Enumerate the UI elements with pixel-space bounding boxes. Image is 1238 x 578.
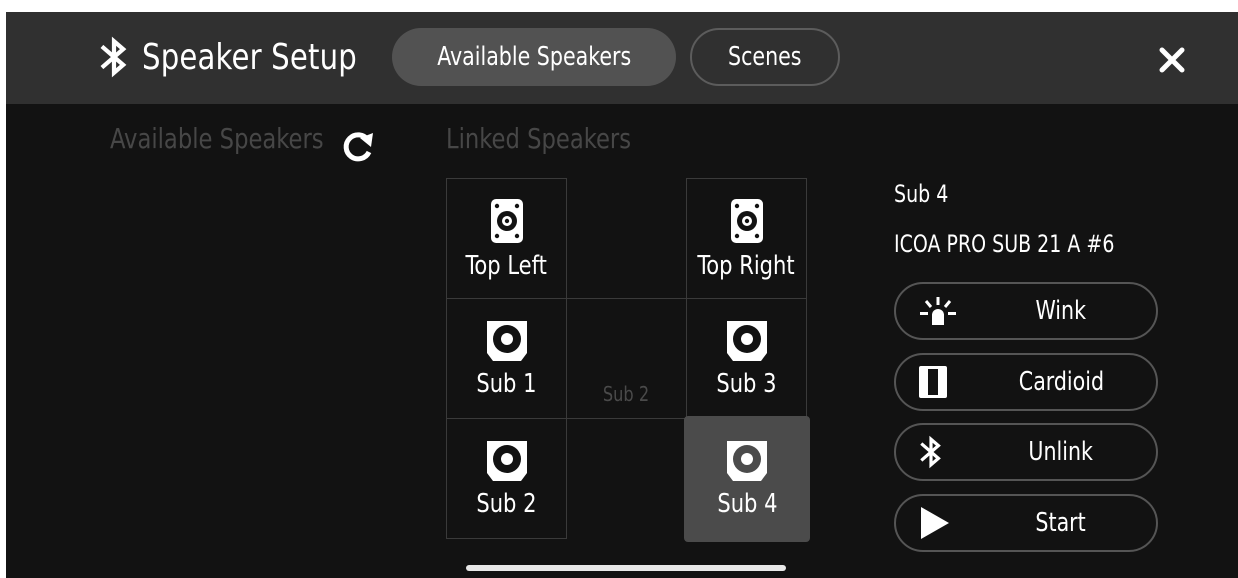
- subwoofer-icon: [486, 320, 527, 361]
- play-icon: [921, 507, 949, 539]
- speaker-top-icon: [730, 198, 763, 243]
- speaker-label: Top Right: [697, 250, 796, 281]
- close-icon[interactable]: [1152, 40, 1192, 80]
- speaker-cell-sub-2[interactable]: Sub 2: [446, 418, 567, 539]
- speaker-label: Sub 4: [716, 489, 778, 519]
- button-label: Cardioid: [1018, 367, 1104, 397]
- subwoofer-icon: [726, 320, 767, 361]
- bluetooth-icon: [100, 36, 127, 78]
- wink-button[interactable]: Wink: [894, 282, 1158, 340]
- button-label: Wink: [1035, 296, 1087, 326]
- app-title: Speaker Setup: [98, 30, 381, 84]
- subwoofer-icon: [727, 441, 767, 481]
- speaker-label: Sub 1: [476, 368, 537, 399]
- page-title: Speaker Setup: [142, 36, 357, 78]
- selected-speaker-model: ICOA PRO SUB 21 A #6: [894, 230, 1115, 258]
- tab-available-speakers[interactable]: Available Speakers: [392, 28, 676, 86]
- wink-light-icon: [920, 297, 956, 325]
- speaker-cell-sub-1[interactable]: Sub 1: [446, 298, 567, 419]
- start-button[interactable]: Start: [894, 494, 1158, 552]
- linked-speakers-heading: Linked Speakers: [446, 122, 632, 155]
- available-speakers-heading: Available Speakers: [110, 122, 324, 155]
- speaker-label: Sub 3: [716, 368, 777, 399]
- ghost-drop-label: Sub 2: [602, 382, 650, 406]
- header-bar: Speaker Setup Available Speakers Scenes: [6, 12, 1238, 104]
- refresh-icon[interactable]: [338, 126, 378, 166]
- speaker-setup-window: Speaker Setup Available Speakers Scenes …: [6, 12, 1238, 578]
- tab-label: Available Speakers: [437, 42, 631, 72]
- tab-scenes[interactable]: Scenes: [690, 28, 840, 86]
- speaker-cell-sub-3[interactable]: Sub 3: [686, 298, 807, 419]
- tab-label: Scenes: [728, 42, 802, 72]
- button-label: Unlink: [1028, 437, 1094, 467]
- speaker-cell-top-left[interactable]: Top Left: [446, 178, 567, 299]
- unlink-button[interactable]: Unlink: [894, 423, 1158, 481]
- speaker-cell-sub-4[interactable]: Sub 4: [684, 416, 810, 542]
- linked-speakers-grid: Top Left Top Right Sub 1 Sub 3 Sub 2 Sub…: [446, 178, 810, 542]
- speaker-cell-top-right[interactable]: Top Right: [686, 178, 807, 299]
- home-indicator[interactable]: [466, 565, 786, 571]
- button-label: Start: [1035, 508, 1087, 538]
- subwoofer-icon: [486, 440, 527, 481]
- selected-speaker-name: Sub 4: [894, 180, 949, 208]
- cardioid-button[interactable]: Cardioid: [894, 353, 1158, 411]
- bluetooth-icon: [920, 435, 941, 469]
- speaker-label: Top Left: [465, 250, 548, 281]
- speaker-label: Sub 2: [476, 488, 537, 519]
- cardioid-icon: [919, 366, 947, 398]
- speaker-top-icon: [490, 198, 523, 243]
